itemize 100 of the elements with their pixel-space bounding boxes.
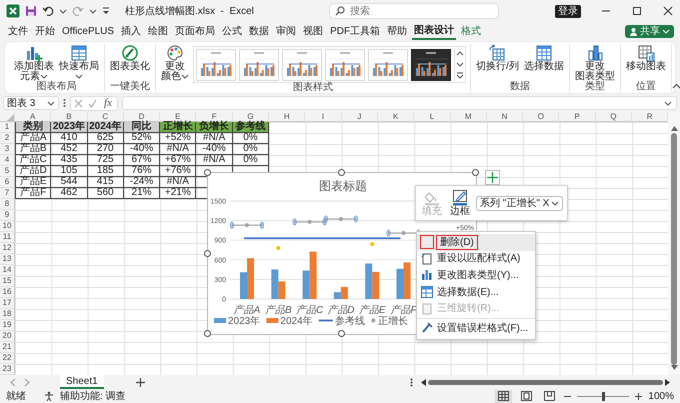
- column-header[interactable]: I: [305, 112, 342, 122]
- menu-tab[interactable]: PDF工具箱: [328, 24, 382, 39]
- column-header[interactable]: N: [486, 112, 524, 122]
- ribbon-button[interactable]: 快速布局: [58, 44, 100, 82]
- menu-tab[interactable]: 插入: [119, 24, 144, 39]
- ribbon-button[interactable]: 移动图表: [624, 44, 667, 72]
- ribbon-button[interactable]: 更改 颜色: [160, 44, 190, 82]
- column-header[interactable]: F: [196, 112, 233, 122]
- more-icon[interactable]: [410, 378, 413, 386]
- column-header[interactable]: D: [124, 112, 160, 122]
- row-header[interactable]: 18: [0, 309, 15, 320]
- column-header[interactable]: P: [559, 112, 596, 122]
- zoom-in-icon[interactable]: [635, 392, 642, 400]
- row-header[interactable]: 3: [0, 144, 15, 155]
- row-header[interactable]: 20: [0, 331, 15, 342]
- menu-tab[interactable]: 帮助: [385, 24, 410, 39]
- close-icon[interactable]: [662, 5, 674, 17]
- sheet-tab[interactable]: Sheet1: [60, 375, 104, 389]
- column-header[interactable]: A: [15, 112, 52, 122]
- row-header[interactable]: 12: [0, 243, 15, 254]
- menu-tab[interactable]: OfficePLUS: [60, 24, 116, 39]
- column-header[interactable]: C: [88, 112, 124, 122]
- column-header[interactable]: Q: [596, 112, 632, 122]
- column-header[interactable]: H: [269, 112, 306, 122]
- series-dropdown[interactable]: 系列 "正增长" X: [476, 196, 564, 210]
- column-header[interactable]: E: [160, 112, 196, 122]
- name-box[interactable]: 图表 3: [3, 96, 59, 110]
- ribbon-button[interactable]: 图表美化: [109, 44, 151, 72]
- column-header[interactable]: B: [51, 112, 88, 122]
- scrollbar-thumb[interactable]: [428, 380, 664, 384]
- maximize-icon[interactable]: [631, 5, 643, 17]
- row-header[interactable]: 8: [0, 199, 15, 210]
- resize-handle[interactable]: [204, 169, 211, 176]
- chart-style-thumbnail[interactable]: [411, 48, 451, 80]
- menu-tab[interactable]: 文件: [6, 24, 30, 39]
- previous-sheet-icon[interactable]: [10, 378, 16, 386]
- check-icon[interactable]: [88, 98, 97, 108]
- scroll-right-icon[interactable]: [665, 378, 670, 386]
- column-header[interactable]: J: [342, 112, 378, 122]
- row-header[interactable]: 19: [0, 320, 15, 331]
- expand-icon[interactable]: [664, 100, 672, 106]
- row-header[interactable]: 16: [0, 287, 15, 298]
- resize-handle[interactable]: [204, 250, 211, 256]
- row-header[interactable]: 10: [0, 221, 15, 232]
- more-styles-button[interactable]: [455, 70, 465, 81]
- row-header[interactable]: 1: [0, 122, 15, 133]
- save-icon[interactable]: [25, 5, 37, 17]
- ribbon-button[interactable]: 添加图表 元素: [13, 44, 55, 82]
- caret-icon[interactable]: [59, 8, 67, 14]
- accessibility-icon[interactable]: [44, 391, 54, 401]
- accessibility-status[interactable]: 辅助功能: 调查: [60, 390, 126, 402]
- border-button[interactable]: 边框: [448, 190, 472, 216]
- menu-item[interactable]: 删除(D): [417, 234, 535, 251]
- resize-handle[interactable]: [204, 330, 211, 337]
- formula-field[interactable]: [122, 96, 677, 110]
- row-header[interactable]: 21: [0, 342, 15, 353]
- resize-handle[interactable]: [338, 330, 345, 337]
- row-header[interactable]: 2: [0, 133, 15, 144]
- search-field[interactable]: 搜索: [328, 3, 499, 19]
- menu-tab[interactable]: 页面布局: [173, 24, 218, 39]
- ribbon-button[interactable]: 选择数据: [522, 44, 565, 72]
- row-header[interactable]: 7: [0, 188, 15, 199]
- share-button[interactable]: 共享: [625, 25, 674, 38]
- row-header[interactable]: 9: [0, 210, 15, 221]
- menu-tab[interactable]: 绘图: [146, 24, 170, 39]
- collapse-ribbon-icon[interactable]: [672, 83, 680, 89]
- column-header[interactable]: R: [632, 112, 668, 122]
- row-header[interactable]: 13: [0, 254, 15, 265]
- undo-icon[interactable]: [42, 5, 54, 17]
- column-header[interactable]: K: [378, 112, 414, 122]
- menu-tab[interactable]: 审阅: [274, 24, 298, 39]
- scrollbar-thumb[interactable]: [671, 133, 677, 365]
- menu-tab[interactable]: 开始: [33, 24, 57, 39]
- column-header[interactable]: M: [450, 112, 487, 122]
- next-sheet-icon[interactable]: [24, 378, 30, 386]
- menu-tab[interactable]: 图表设计: [412, 23, 456, 40]
- menu-tab[interactable]: 公式: [220, 24, 244, 39]
- scroll-left-icon[interactable]: [420, 378, 426, 386]
- scroll-up-icon[interactable]: [670, 126, 678, 131]
- chart-elements-button[interactable]: [485, 170, 500, 185]
- ribbon-button[interactable]: 更改 图表类型: [574, 44, 616, 82]
- menu-tab[interactable]: 数据: [247, 24, 272, 39]
- row-header[interactable]: 14: [0, 265, 15, 276]
- row-header[interactable]: 17: [0, 298, 15, 309]
- resize-handle[interactable]: [472, 169, 479, 176]
- add-sheet-icon[interactable]: [136, 378, 145, 386]
- menu-tab[interactable]: 格式: [459, 24, 484, 39]
- row-header[interactable]: 23: [0, 364, 15, 375]
- menu-tab[interactable]: 视图: [301, 24, 326, 39]
- column-header[interactable]: G: [232, 112, 270, 122]
- column-header[interactable]: O: [523, 112, 560, 122]
- resize-handle[interactable]: [338, 169, 345, 176]
- zoom-level[interactable]: 100%: [648, 390, 674, 402]
- row-header[interactable]: 4: [0, 155, 15, 166]
- row-header[interactable]: 15: [0, 276, 15, 287]
- caret-icon[interactable]: [89, 8, 97, 14]
- normal-view-button[interactable]: [495, 390, 512, 402]
- column-header[interactable]: L: [414, 112, 451, 122]
- login-button[interactable]: 登录: [555, 4, 581, 18]
- zoom-slider-thumb[interactable]: [602, 392, 605, 400]
